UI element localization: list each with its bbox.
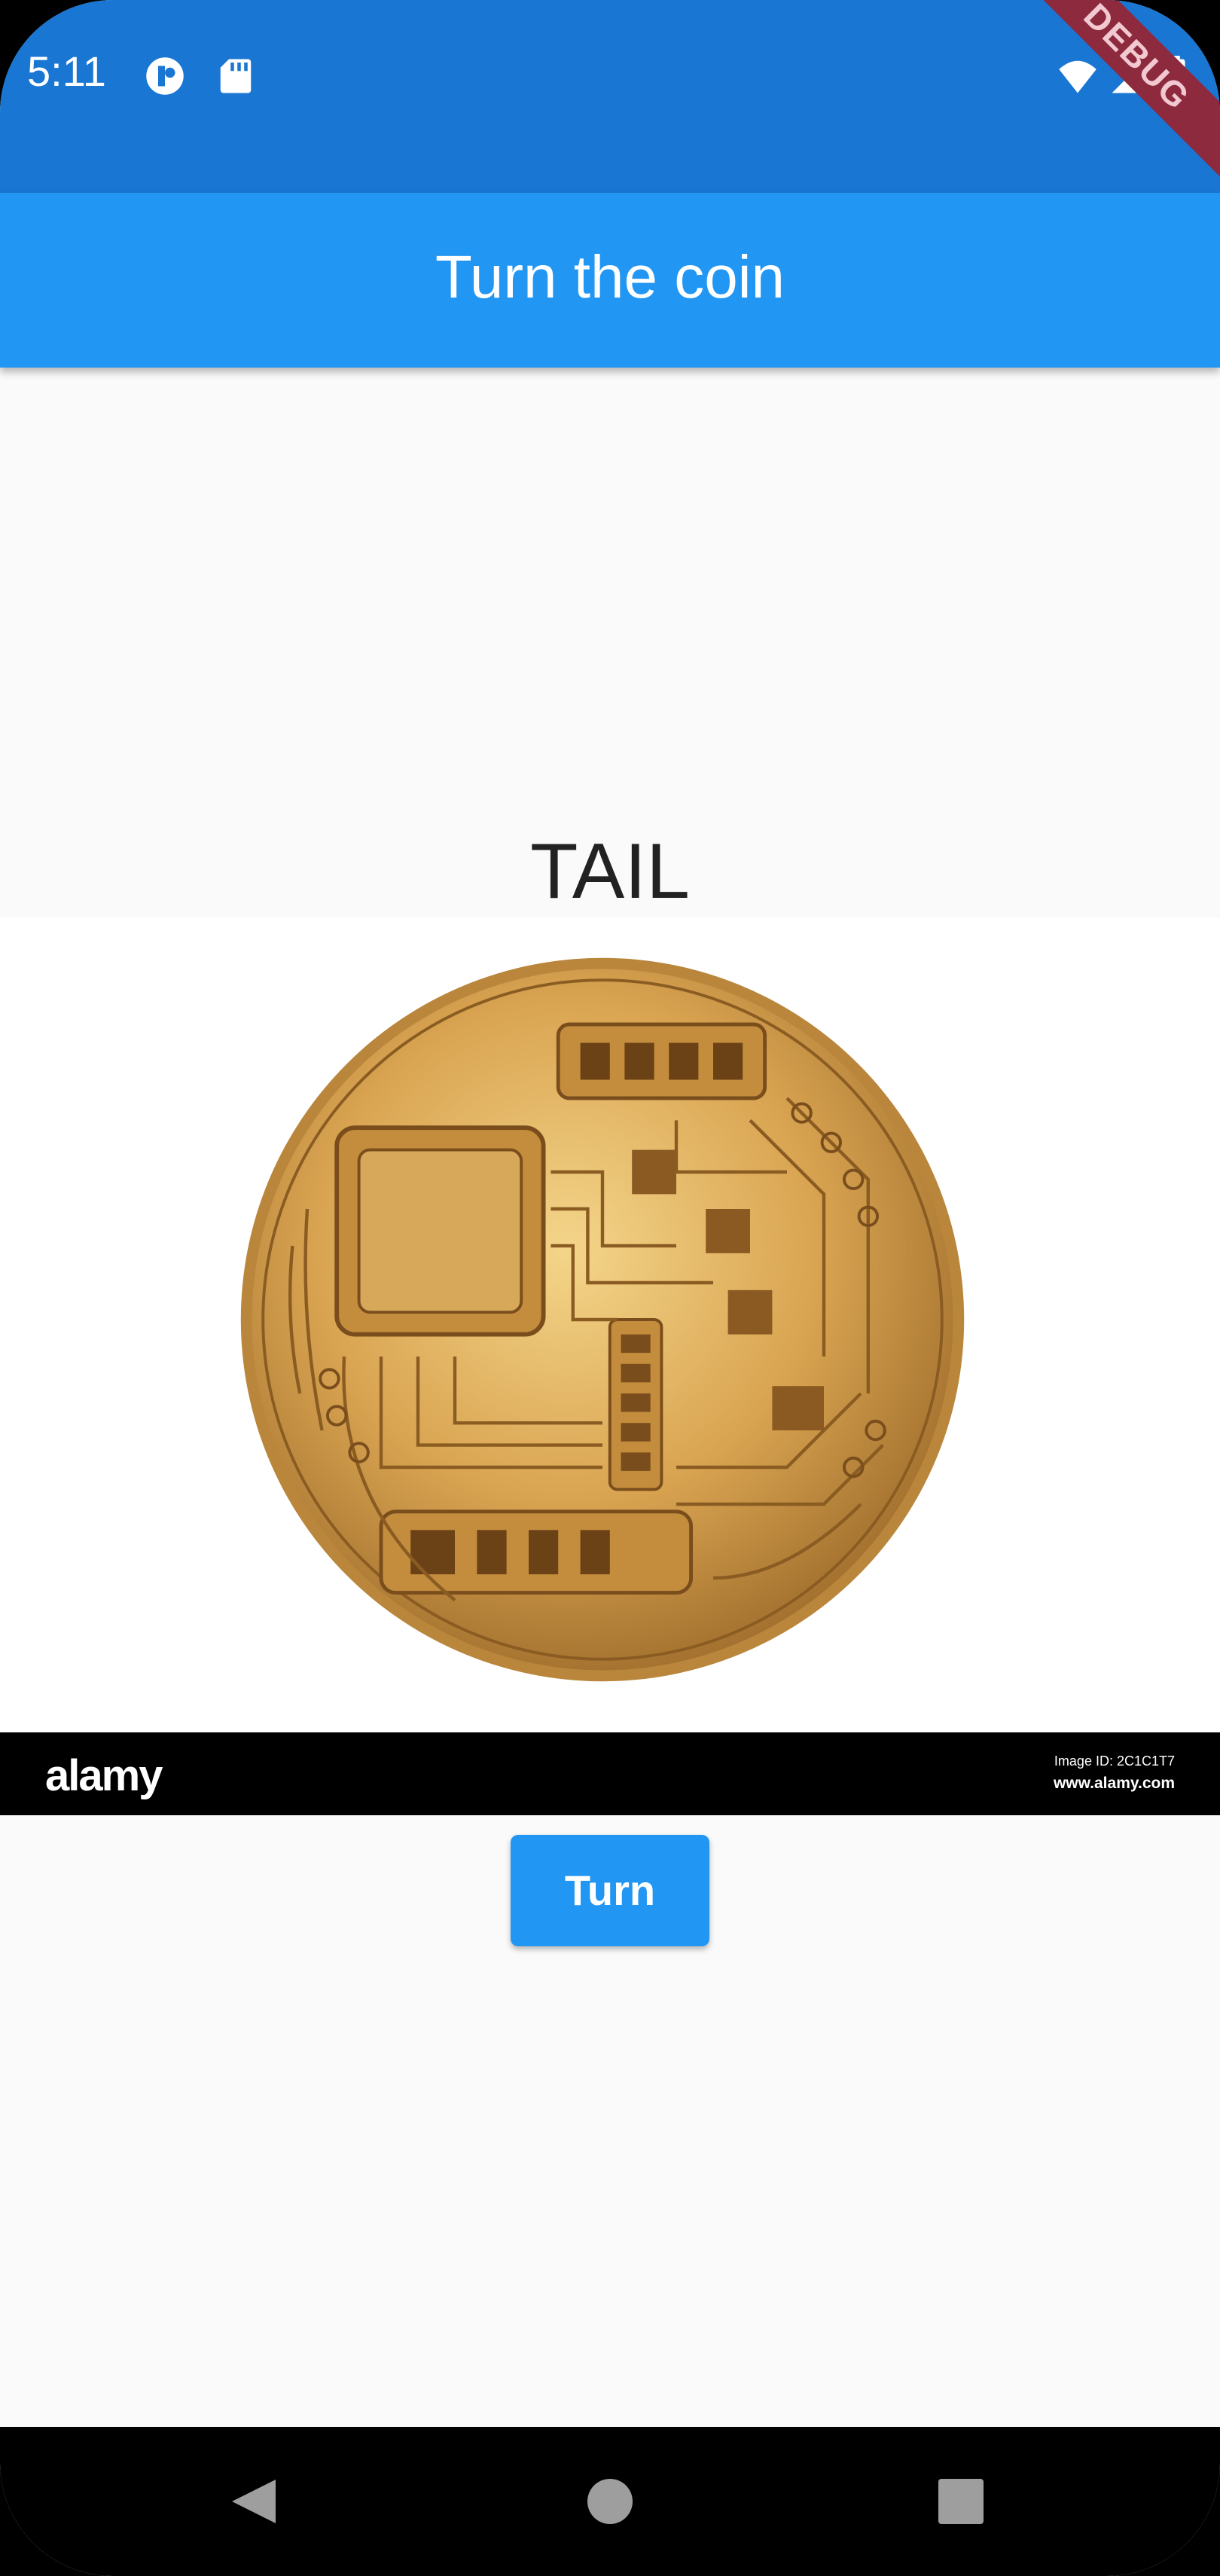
app-title: Turn the coin: [435, 243, 785, 310]
image-watermark-bar: alamy Image ID: 2C1C1T7 www.alamy.com: [0, 1732, 1220, 1815]
coin-image: [240, 957, 965, 1682]
coin-result-text: TAIL: [530, 828, 690, 915]
sd-card-icon: [220, 59, 252, 93]
turn-button[interactable]: Turn: [511, 1835, 709, 1946]
image-id-text: Image ID: 2C1C1T7: [1054, 1753, 1175, 1769]
back-icon[interactable]: [179, 2427, 330, 2576]
recents-icon[interactable]: [886, 2427, 1036, 2576]
home-icon[interactable]: [535, 2427, 685, 2576]
status-time: 5:11: [27, 47, 106, 95]
app-bar: Turn the coin: [0, 193, 1220, 368]
status-bar: 5:11 DEBUG: [0, 0, 1220, 193]
image-url-text: www.alamy.com: [1053, 1775, 1175, 1792]
alamy-logo: alamy: [45, 1751, 163, 1800]
wifi-icon: [1059, 60, 1096, 93]
phone-screen: 5:11 DEBUG Turn the coin TAIL alamy Imag…: [0, 0, 1220, 2576]
navigation-bar: [0, 2427, 1220, 2576]
app-notification-icon: [146, 57, 184, 95]
